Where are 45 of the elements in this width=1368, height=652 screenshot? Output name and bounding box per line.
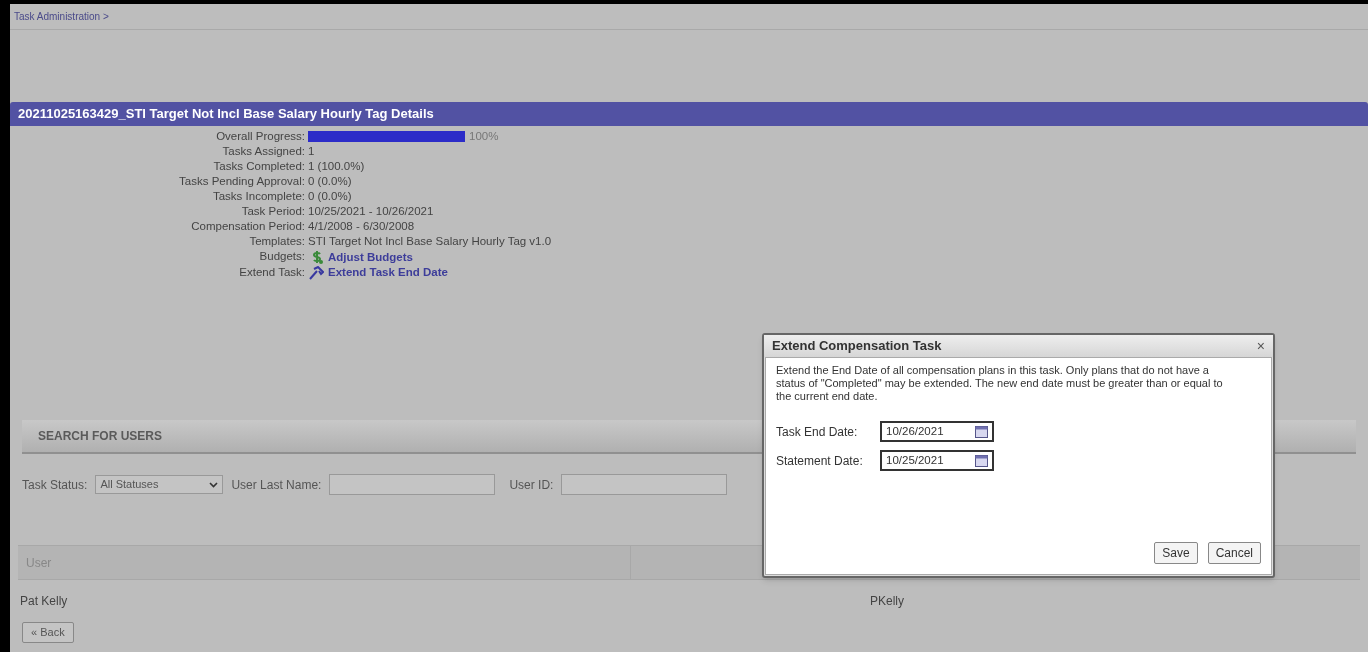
progress-reading: 100%	[469, 129, 499, 144]
details-title: 20211025163429_STI Target Not Incl Base Salary Hourly Tag Details	[18, 105, 434, 124]
dialog-message: Extend the End Date of all compensation plans in this task. Only plans that do not have a status of "Completed" may be extended. The new end date must be greater than or equal to the current end date.	[776, 364, 1224, 403]
calendar-icon[interactable]	[975, 454, 988, 467]
field-value: 4/1/2008 - 6/30/2008	[308, 219, 415, 234]
field-label: Tasks Completed:	[212, 159, 305, 174]
calendar-icon[interactable]	[975, 425, 988, 438]
dialog-title: Extend Compensation Task	[772, 337, 942, 356]
field-value: 10/25/2021 - 10/26/2021	[308, 204, 434, 219]
field-label: Overall Progress:	[215, 129, 305, 144]
field-value: 0 (0.0%)	[308, 174, 352, 189]
field-value: 1 (100.0%)	[308, 159, 365, 174]
field-label: Statement Date:	[776, 452, 864, 470]
breadcrumb[interactable]: Task Administration >	[14, 9, 109, 24]
field-label: Templates:	[248, 234, 305, 249]
hammer-icon	[308, 265, 324, 280]
last-name-field[interactable]	[329, 474, 496, 495]
field-label: Task Period:	[240, 204, 305, 219]
extend-task-link[interactable]: Extend Task End Date	[328, 265, 448, 280]
field-value: STI Target Not Incl Base Salary Hourly Tag v1.0	[308, 234, 552, 249]
status-select[interactable]: All Statuses	[95, 475, 224, 494]
dialog-button[interactable]: Save	[1154, 542, 1198, 564]
field-value: 0 (0.0%)	[308, 189, 352, 204]
dialog-button[interactable]: Cancel	[1207, 542, 1261, 564]
field-label: Budgets:	[258, 249, 305, 264]
chevron-down-icon	[209, 481, 219, 488]
field-label: Task Status:	[22, 476, 88, 494]
field-label: Extend Task:	[238, 265, 305, 280]
field-label: User Last Name:	[231, 476, 322, 494]
field-label: Task End Date:	[776, 423, 859, 441]
user-id-field[interactable]	[561, 474, 728, 495]
field-label: Tasks Incomplete:	[211, 189, 305, 204]
close-button[interactable]: ×	[1256, 339, 1265, 353]
field-label: User ID:	[509, 476, 554, 494]
date-field[interactable]: 10/26/2021	[880, 421, 994, 442]
table-cell-text: Pat Kelly	[19, 593, 69, 610]
field-value: 1	[308, 144, 315, 159]
search-title: SEARCH FOR USERS	[38, 428, 162, 445]
back-button[interactable]: « Back	[22, 622, 74, 643]
date-field[interactable]: 10/25/2021	[880, 450, 994, 471]
field-label: Tasks Pending Approval:	[178, 174, 305, 189]
field-label: Compensation Period:	[190, 219, 305, 234]
field-label: Tasks Assigned:	[221, 144, 305, 159]
table-cell-text: PKelly	[870, 593, 904, 610]
adjust-budgets-link[interactable]: Adjust Budgets	[328, 249, 413, 265]
